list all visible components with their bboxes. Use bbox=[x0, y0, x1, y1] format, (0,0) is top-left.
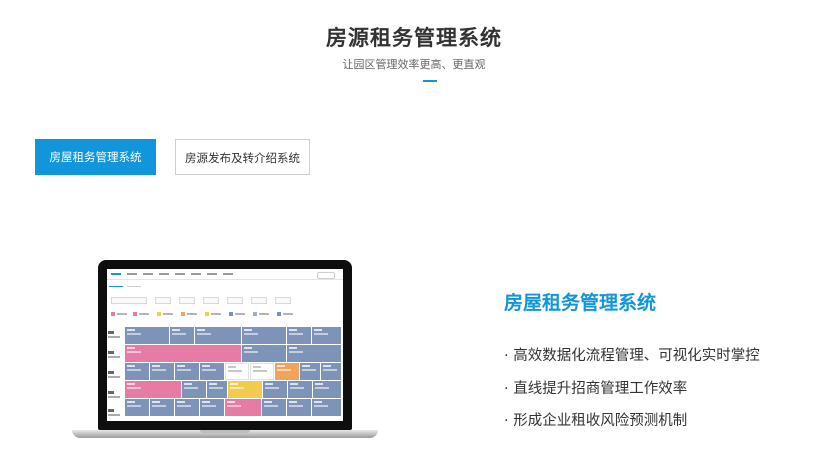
screen-nav-item bbox=[175, 273, 185, 275]
screen-room-cell bbox=[150, 363, 174, 380]
screen-room-cell bbox=[182, 381, 206, 398]
screen-room-cell bbox=[175, 363, 199, 380]
screen-room-cell bbox=[312, 327, 341, 344]
screen-nav-item bbox=[191, 273, 201, 275]
screen-room-cell bbox=[312, 399, 341, 416]
screen-room-cell bbox=[300, 363, 320, 380]
laptop-base-notch bbox=[200, 430, 250, 433]
screen-room-cell bbox=[207, 381, 227, 398]
screen-subtab bbox=[109, 282, 123, 287]
screen-room-cell bbox=[262, 399, 286, 416]
screen-user-badge bbox=[317, 272, 335, 279]
screen-nav-item bbox=[143, 273, 153, 275]
screen-room-cell bbox=[228, 381, 262, 398]
feature-item: · 高效数据化流程管理、可视化实时掌控 bbox=[504, 348, 760, 364]
tab-rental-management[interactable]: 房屋租务管理系统 bbox=[35, 139, 156, 175]
feature-item: · 形成企业租收风险预测机制 bbox=[504, 413, 688, 429]
tab-listing-referral[interactable]: 房源发布及转介绍系统 bbox=[175, 139, 310, 175]
screen-room-cell bbox=[125, 399, 149, 416]
screen-room-cell bbox=[195, 327, 241, 344]
screen-filter-field bbox=[179, 297, 195, 304]
screen-room-cell bbox=[275, 363, 299, 380]
laptop-lid bbox=[98, 260, 352, 430]
screen-filter-field bbox=[203, 297, 219, 304]
screen-filter-field bbox=[155, 297, 171, 304]
screen-room-cell bbox=[225, 399, 261, 416]
screen-room-cell bbox=[125, 345, 241, 362]
screen-filter-field bbox=[275, 297, 291, 304]
screen-room-cell bbox=[150, 399, 174, 416]
screen-room-cell bbox=[287, 399, 311, 416]
screen-filter-field bbox=[227, 297, 243, 304]
screen-room-cell bbox=[242, 327, 286, 344]
screen-room-cell bbox=[242, 345, 286, 362]
screen-room-cell bbox=[250, 363, 274, 380]
screen-nav-item bbox=[159, 273, 169, 275]
screen-filter-field bbox=[111, 297, 147, 304]
screen-room-cell bbox=[200, 399, 224, 416]
screen-nav-item bbox=[111, 273, 121, 275]
screen-room-cell bbox=[200, 363, 224, 380]
screen-room-cell bbox=[125, 363, 149, 380]
screen-nav-item bbox=[127, 273, 137, 275]
page-title: 房源租务管理系统 bbox=[326, 26, 502, 50]
laptop-screen bbox=[107, 269, 343, 421]
screen-nav-item bbox=[223, 273, 233, 275]
laptop-icon bbox=[72, 258, 378, 440]
screen-room-cell bbox=[125, 381, 181, 398]
feature-title: 房屋租务管理系统 bbox=[504, 292, 657, 314]
feature-item: · 直线提升招商管理工作效率 bbox=[504, 381, 688, 397]
screen-room-cell bbox=[313, 381, 341, 398]
screen-room-cell bbox=[321, 363, 341, 380]
screen-room-cell bbox=[288, 381, 312, 398]
screen-room-cell bbox=[125, 327, 169, 344]
screen-room-cell bbox=[263, 381, 287, 398]
screen-room-cell bbox=[287, 327, 311, 344]
screen-filter-field bbox=[251, 297, 267, 304]
screen-room-cell bbox=[225, 363, 249, 380]
screen-subtab bbox=[127, 282, 141, 287]
screen-room-cell bbox=[287, 345, 341, 362]
title-underline bbox=[423, 80, 437, 82]
screen-nav-item bbox=[207, 273, 217, 275]
screen-nav-bar bbox=[107, 269, 343, 280]
screen-room-cell bbox=[170, 327, 194, 344]
screen-room-cell bbox=[175, 399, 199, 416]
page-subtitle: 让园区管理效率更高、更直观 bbox=[342, 58, 486, 71]
